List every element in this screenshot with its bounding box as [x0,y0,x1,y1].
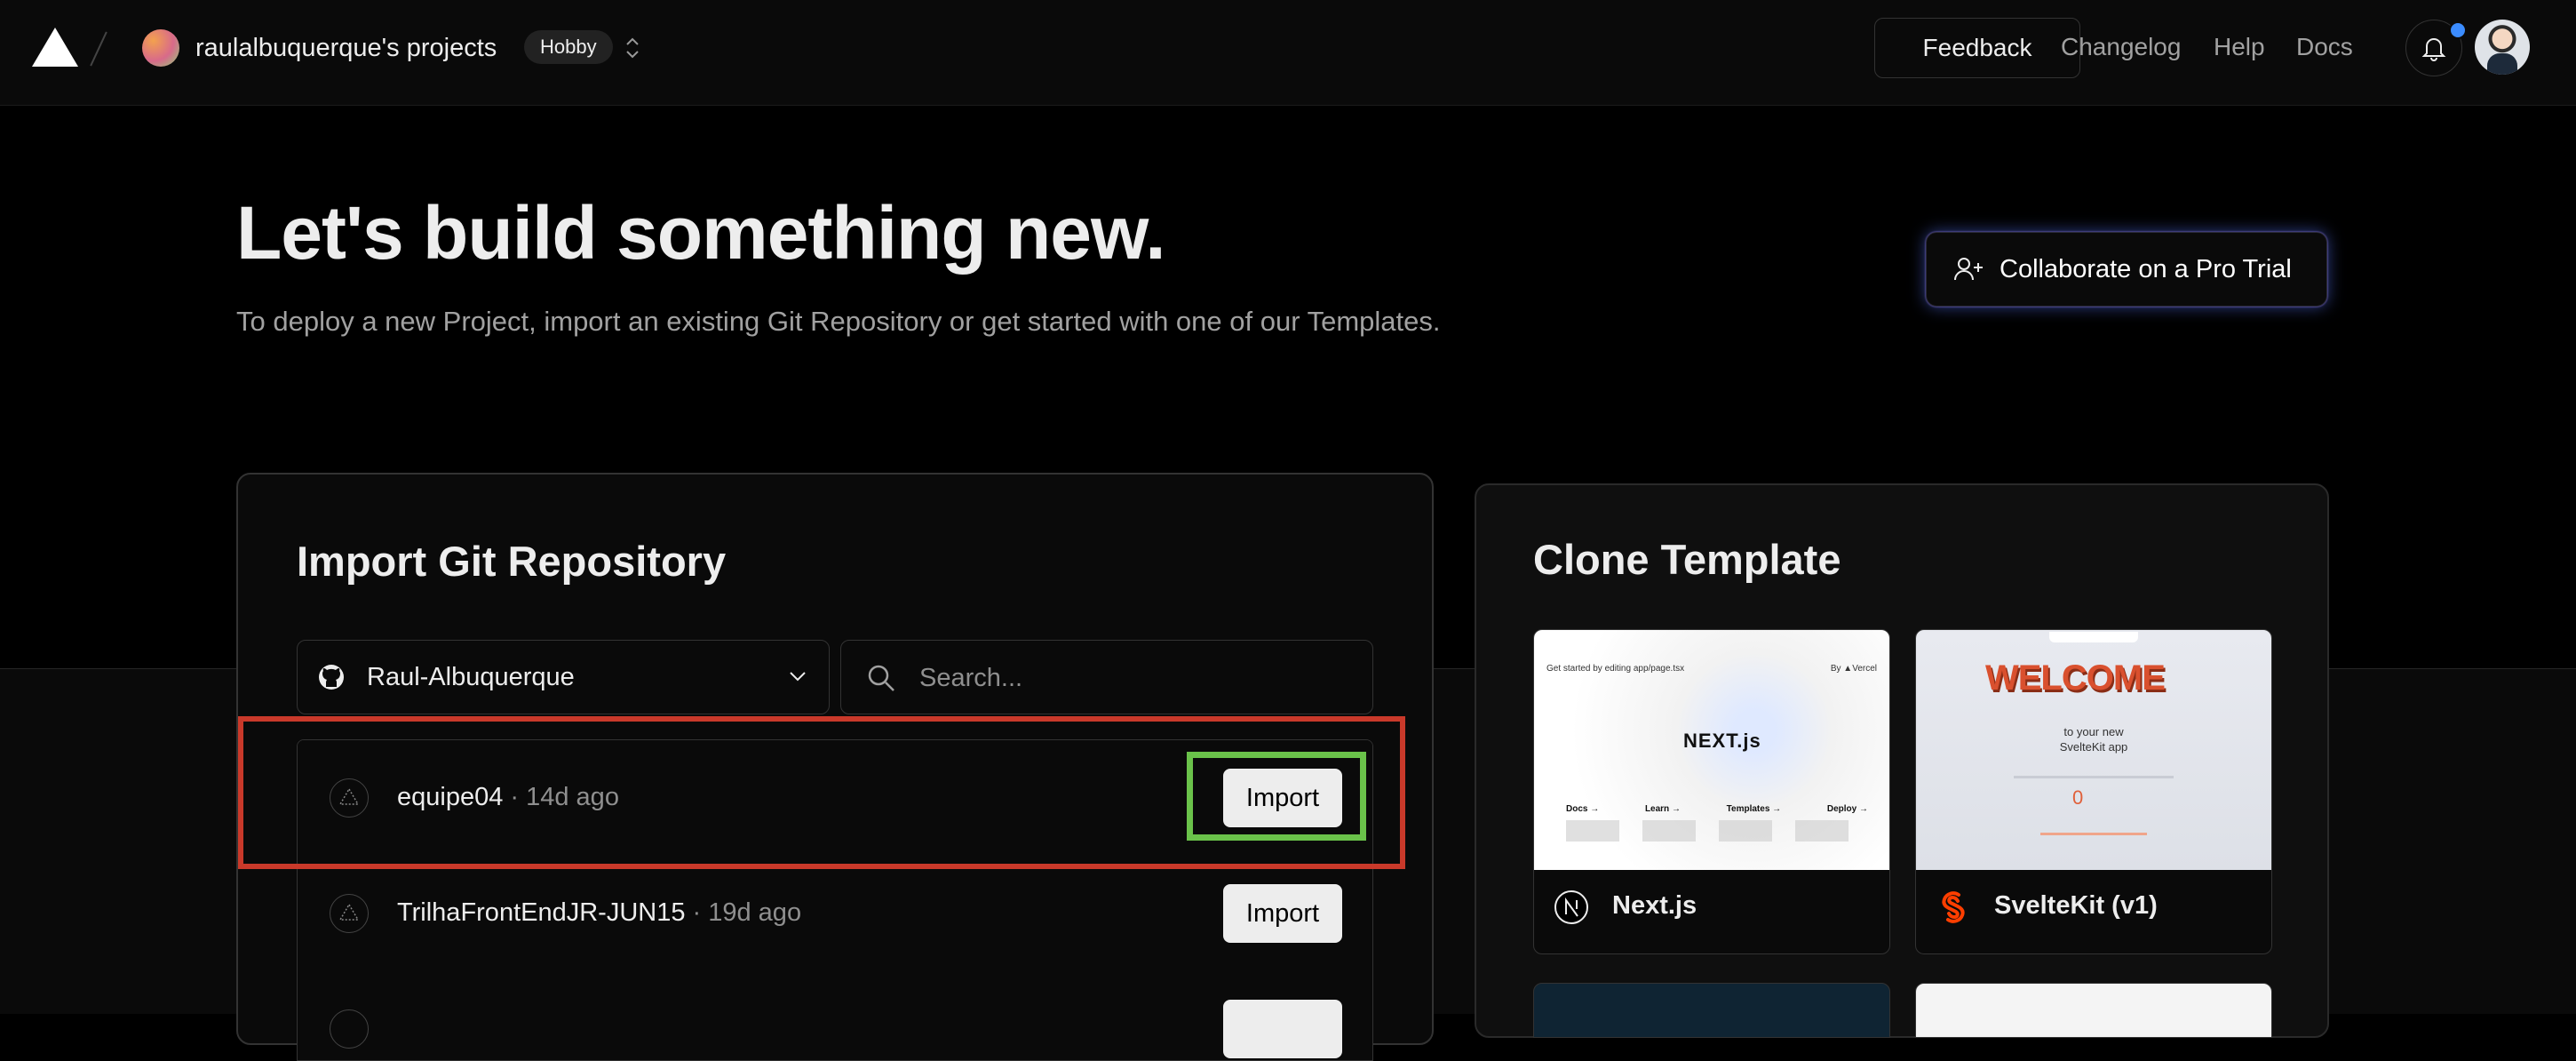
pro-trial-label: Collaborate on a Pro Trial [2000,255,2292,283]
plan-badge: Hobby [524,30,613,64]
repository-icon [330,894,369,933]
page-title: Let's build something new. [236,191,1166,275]
team-avatar[interactable] [142,29,179,67]
import-git-repository-card: Import Git Repository Raul-Albuquerque e… [236,473,1434,1061]
svelte-icon [1942,891,1965,923]
git-account-name: Raul-Albuquerque [367,663,575,691]
repository-updated-time: · 19d ago [685,898,802,927]
template-sveltekit[interactable]: WELCOME to your new SvelteKit app 0 Svelt… [1915,629,2272,954]
repository-name-line: equipe04 · 14d ago [397,779,619,815]
pro-trial-button[interactable]: Collaborate on a Pro Trial [1926,232,2327,307]
thumbnail-text: Docs → [1566,804,1600,814]
thumbnail-columns: Docs → Learn → Templates → Deploy → [1566,804,1868,814]
thumbnail-subtitle: to your new SvelteKit app [1916,724,2271,754]
github-icon [319,665,344,690]
thumbnail-text: to your new [2063,725,2124,738]
team-switcher-icon[interactable] [622,34,643,62]
template-name: SvelteKit (v1) [1994,891,2158,920]
repository-row: equipe04 · 14d ago Import [298,740,1372,857]
thumbnail-line [2014,776,2174,778]
feedback-button[interactable]: Feedback [1874,18,2080,78]
import-button[interactable]: Import [1223,769,1342,827]
notification-dot [2449,21,2467,39]
template-thumbnail: Get started by editing app/page.tsx By ▲… [1534,630,1889,870]
thumbnail-lines [1566,820,1868,842]
thumbnail-nav [2049,632,2138,642]
help-link[interactable]: Help [2214,18,2265,76]
chevron-down-icon [790,672,806,682]
template-name: Next.js [1612,891,1697,920]
nextjs-icon [1554,890,1588,924]
changelog-link[interactable]: Changelog [2061,18,2181,76]
repository-row: TrilhaFrontEndJR-JUN15 · 19d ago Import [298,856,1372,972]
docs-link[interactable]: Docs [2296,18,2353,76]
repository-icon [330,778,369,818]
add-user-icon [1954,258,1983,281]
repository-row [298,971,1372,1060]
repository-search[interactable] [840,640,1373,714]
triangle-icon [338,787,360,805]
git-account-select[interactable]: Raul-Albuquerque [297,640,830,714]
team-name[interactable]: raulalbuquerque's projects [195,30,497,66]
clone-card-title: Clone Template [1533,536,1841,583]
user-avatar[interactable] [2475,20,2530,75]
import-button[interactable]: Import [1223,884,1342,943]
thumbnail-text: SvelteKit app [2059,740,2128,754]
thumbnail-welcome-text: WELCOME [1985,658,2166,698]
template-card-partial[interactable] [1533,983,1890,1038]
repository-name-line: TrilhaFrontEndJR-JUN15 · 19d ago [397,895,801,930]
triangle-icon [338,903,360,921]
breadcrumb-separator [90,31,107,67]
search-input[interactable] [918,657,1348,699]
repository-name: TrilhaFrontEndJR-JUN15 [397,898,686,927]
vercel-logo-icon[interactable] [32,28,78,67]
import-button[interactable] [1223,1000,1342,1058]
template-card-partial[interactable] [1915,983,2272,1038]
thumbnail-counter: 0 [2072,786,2084,809]
repository-updated-time: · 14d ago [503,783,619,811]
top-navigation-bar: raulalbuquerque's projects Hobby Feedbac… [0,0,2576,106]
repository-icon [330,1009,369,1049]
template-thumbnail: WELCOME to your new SvelteKit app 0 [1916,630,2271,870]
clone-template-card: Clone Template Get started by editing ap… [1475,483,2329,1038]
template-nextjs[interactable]: Get started by editing app/page.tsx By ▲… [1533,629,1890,954]
thumbnail-line [2040,833,2147,835]
thumbnail-text: Templates → [1726,804,1782,814]
search-icon [868,665,894,691]
bell-icon [2421,38,2446,61]
thumbnail-text: Learn → [1644,804,1681,814]
thumbnail-text: By ▲Vercel [1830,664,1877,674]
thumbnail-text: Get started by editing app/page.tsx [1546,664,1685,674]
nextjs-logo: NEXT.js [1683,730,1761,752]
repository-name: equipe04 [397,783,504,811]
thumbnail-text: Deploy → [1826,804,1868,814]
import-card-title: Import Git Repository [297,538,727,585]
page-subtitle: To deploy a new Project, import an exist… [236,306,1441,337]
